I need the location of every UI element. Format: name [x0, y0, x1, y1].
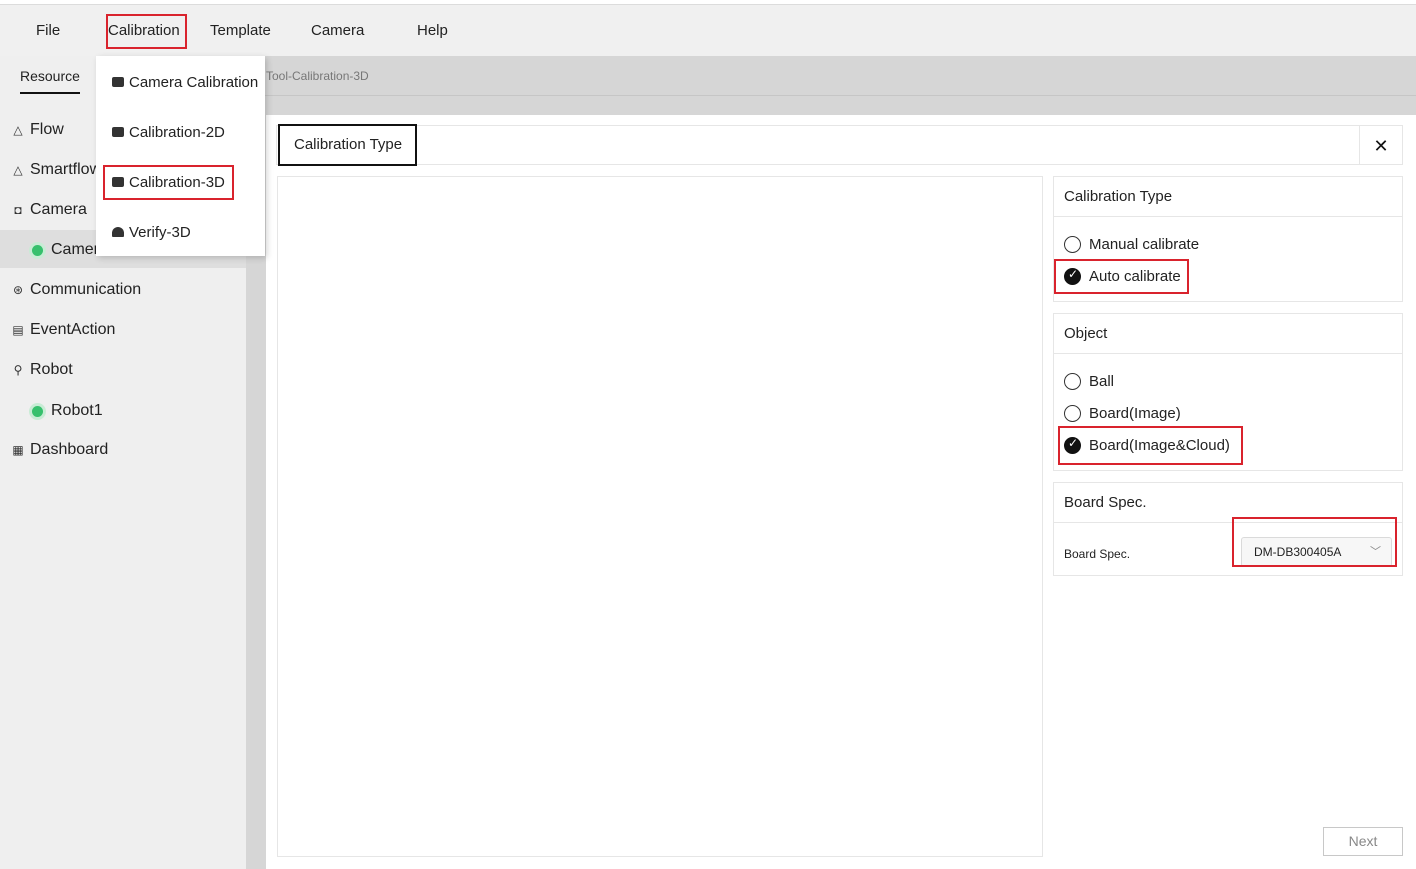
- tree-item-label: Robot: [30, 361, 73, 378]
- menu-template[interactable]: Template: [210, 5, 271, 56]
- calibration-type-card: Calibration Type Manual calibrate Auto c…: [1053, 176, 1403, 302]
- radio-board-image[interactable]: Board(Image): [1064, 403, 1181, 423]
- radio-auto-calibrate[interactable]: Auto calibrate: [1064, 266, 1181, 286]
- verify-3d-icon: [112, 227, 124, 237]
- radio-checked-icon: [1064, 436, 1081, 454]
- network-icon: ⊛: [12, 283, 24, 297]
- board-spec-label: Board Spec.: [1064, 547, 1131, 561]
- status-online-icon: [32, 405, 43, 417]
- card-title: Board Spec.: [1054, 483, 1402, 523]
- status-online-icon: [32, 244, 43, 256]
- menu-item-camera-calibration[interactable]: Camera Calibration: [112, 71, 258, 93]
- tree-item-smartflow[interactable]: △ Smartflow: [12, 159, 101, 181]
- radio-label: Manual calibrate: [1089, 235, 1200, 253]
- camera-icon: [112, 77, 124, 87]
- menu-item-label: Camera Calibration: [129, 73, 259, 91]
- object-card: Object Ball Board(Image) Board(Image&Clo…: [1053, 313, 1403, 471]
- tree-item-dashboard[interactable]: ▦ Dashboard: [12, 439, 108, 461]
- board-spec-select[interactable]: DM-DB300405A ﹀: [1241, 537, 1392, 567]
- radio-label: Board(Image&Cloud): [1089, 436, 1230, 454]
- calibration-dropdown-menu: Camera Calibration Calibration-2D Calibr…: [96, 56, 265, 256]
- tab-strip: [246, 56, 1416, 96]
- bell-outline-icon: △: [13, 123, 23, 137]
- tree-item-robot[interactable]: ⚲ Robot: [12, 359, 73, 381]
- tree-item-label: EventAction: [30, 321, 116, 338]
- bell-outline-icon: △: [13, 163, 23, 177]
- next-button[interactable]: Next: [1323, 827, 1403, 856]
- card-title: Calibration Type: [1054, 177, 1402, 217]
- tree-item-communication[interactable]: ⊛ Communication: [12, 279, 141, 301]
- menu-item-label: Verify-3D: [129, 223, 191, 241]
- preview-area: [277, 176, 1043, 857]
- radio-label: Board(Image): [1089, 404, 1181, 422]
- tab-resource[interactable]: Resource: [20, 68, 80, 84]
- dialog-title: Calibration Type: [278, 124, 417, 166]
- menu-bar: File Calibration Template Camera Help: [0, 5, 1416, 56]
- radio-unchecked-icon: [1064, 235, 1081, 253]
- menu-file[interactable]: File: [36, 5, 60, 56]
- dashboard-icon: ▦: [12, 443, 24, 457]
- radio-unchecked-icon: [1064, 404, 1081, 422]
- tree-item-label: Communication: [30, 281, 142, 298]
- tab-tool-calibration-3d[interactable]: Tool-Calibration-3D: [266, 69, 369, 83]
- tree-item-label: Smartflow: [30, 161, 102, 178]
- menu-item-verify-3d[interactable]: Verify-3D: [112, 221, 191, 243]
- radio-label: Auto calibrate: [1089, 267, 1181, 285]
- tree-item-camera[interactable]: ◘ Camera: [12, 199, 87, 221]
- radio-ball[interactable]: Ball: [1064, 371, 1114, 391]
- card-title: Object: [1054, 314, 1402, 354]
- calibration-3d-icon: [112, 177, 124, 187]
- close-icon[interactable]: ✕: [1359, 126, 1402, 164]
- tree-item-label: Dashboard: [30, 441, 109, 458]
- radio-label: Ball: [1089, 372, 1115, 390]
- tree-item-label: Flow: [30, 121, 64, 138]
- dialog-header: [276, 125, 1403, 165]
- document-icon: ▤: [12, 323, 24, 337]
- tree-item-label: Camera: [30, 201, 87, 218]
- radio-manual-calibrate[interactable]: Manual calibrate: [1064, 234, 1199, 254]
- camera-icon: ◘: [14, 203, 22, 217]
- tree-item-label: Robot1: [51, 402, 103, 419]
- radio-unchecked-icon: [1064, 372, 1081, 390]
- tab-resource-underline: [20, 92, 80, 94]
- menu-item-label: Calibration-2D: [129, 123, 225, 141]
- tree-item-flow[interactable]: △ Flow: [12, 119, 64, 141]
- menu-item-calibration-3d[interactable]: Calibration-3D: [112, 171, 225, 193]
- menu-item-label: Calibration-3D: [129, 173, 225, 191]
- menu-calibration[interactable]: Calibration: [108, 5, 180, 56]
- menu-help[interactable]: Help: [417, 5, 448, 56]
- radio-board-image-cloud[interactable]: Board(Image&Cloud): [1064, 435, 1230, 455]
- chevron-down-icon: ﹀: [1370, 546, 1381, 558]
- calibration-2d-icon: [112, 127, 124, 137]
- menu-item-calibration-2d[interactable]: Calibration-2D: [112, 121, 225, 143]
- robot-arm-icon: ⚲: [13, 363, 23, 377]
- select-value: DM-DB300405A: [1254, 545, 1342, 559]
- tree-item-robot1[interactable]: Robot1: [32, 400, 103, 422]
- tree-item-eventaction[interactable]: ▤ EventAction: [12, 319, 115, 341]
- radio-checked-icon: [1064, 267, 1081, 285]
- menu-camera[interactable]: Camera: [311, 5, 364, 56]
- board-spec-card: Board Spec. Board Spec. DM-DB300405A ﹀: [1053, 482, 1403, 576]
- tab-strip-lower: [246, 96, 1416, 115]
